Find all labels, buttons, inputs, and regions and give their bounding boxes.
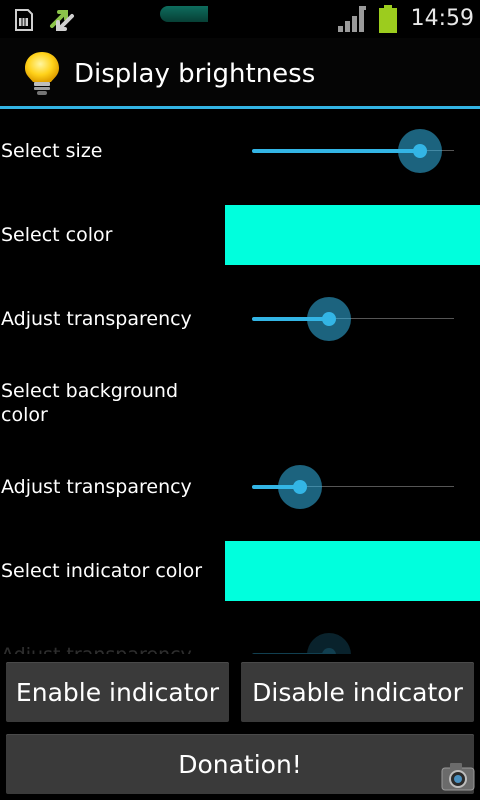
battery-icon	[379, 5, 397, 33]
light-bulb-icon	[25, 52, 59, 95]
color-swatch[interactable]	[225, 205, 480, 265]
color-label: Select color	[1, 224, 113, 246]
setting-row-transparency-1: Adjust transparency	[0, 277, 480, 361]
indicator-transparency-label: Adjust transparency	[1, 613, 211, 654]
setting-row-size: Select size	[0, 109, 480, 193]
disable-indicator-button[interactable]: Disable indicator	[241, 662, 474, 722]
setting-row-transparency-3: Adjust transparency	[0, 613, 480, 654]
slider-thumb[interactable]	[278, 465, 322, 509]
page-title: Display brightness	[74, 59, 316, 89]
background-transparency-label: Adjust transparency	[1, 476, 192, 498]
setting-row-background-color[interactable]: Select background color	[0, 361, 480, 445]
settings-list[interactable]: Select size Select color Adjust transpar…	[0, 109, 480, 654]
background-color-label: Select background color	[1, 380, 179, 426]
transparency-label: Adjust transparency	[1, 308, 192, 330]
slider-thumb[interactable]	[307, 297, 351, 341]
slider-thumb[interactable]	[398, 129, 442, 173]
status-time: 14:59	[410, 6, 474, 31]
sim-card-icon	[15, 9, 33, 31]
indicator-color-swatch[interactable]	[225, 541, 480, 601]
slider-fill	[252, 149, 420, 153]
data-transfer-icon	[50, 10, 74, 31]
signal-icon	[338, 6, 366, 32]
title-bar: Display brightness	[0, 38, 480, 106]
indicator-color-label: Select indicator color	[1, 560, 203, 582]
status-bar: 14:59	[0, 0, 480, 38]
camera-icon[interactable]	[440, 760, 476, 792]
background-transparency-slider[interactable]	[252, 445, 454, 529]
setting-row-color: Select color	[0, 193, 480, 277]
notification-pill-icon	[160, 6, 208, 22]
indicator-transparency-slider[interactable]	[252, 613, 454, 654]
donation-button[interactable]: Donation!	[6, 734, 474, 794]
slider-thumb[interactable]	[307, 633, 351, 654]
setting-row-transparency-2: Adjust transparency	[0, 445, 480, 529]
transparency-slider[interactable]	[252, 277, 454, 361]
size-label: Select size	[1, 140, 103, 162]
enable-indicator-button[interactable]: Enable indicator	[6, 662, 229, 722]
size-slider[interactable]	[252, 109, 454, 193]
setting-row-indicator-color: Select indicator color	[0, 529, 480, 613]
